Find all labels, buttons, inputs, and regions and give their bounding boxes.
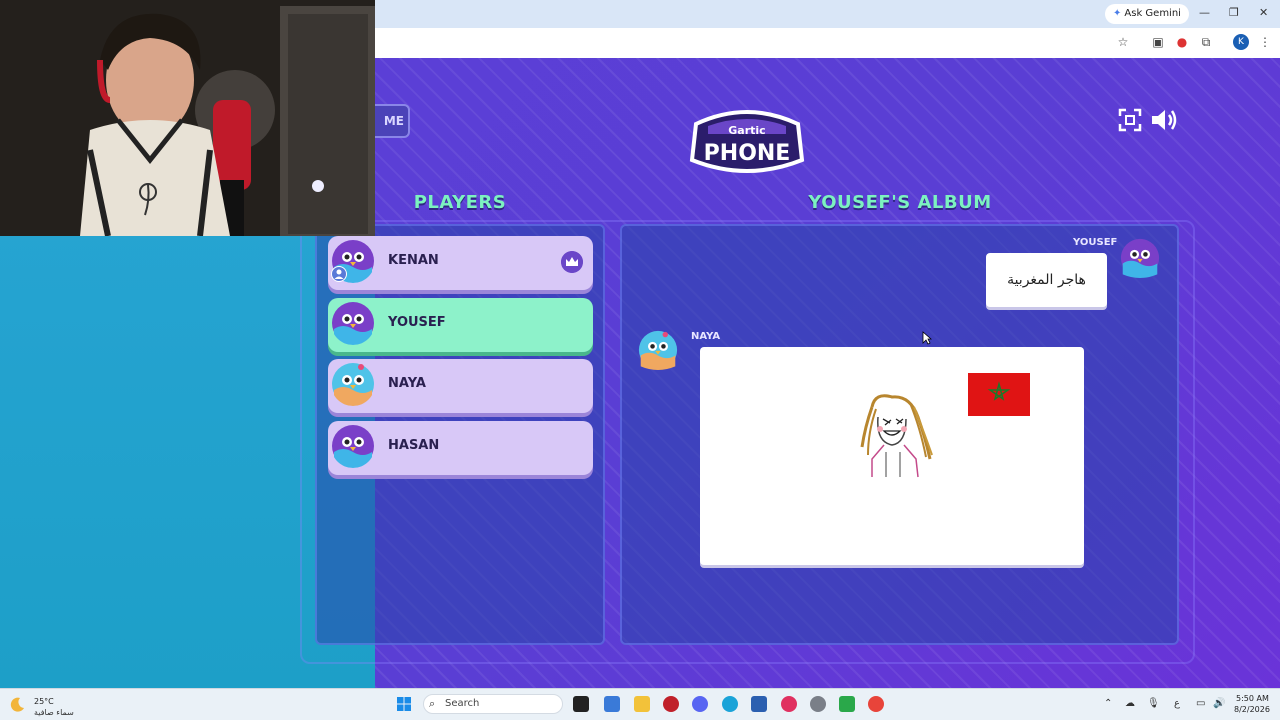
weather-description[interactable]: سماء صافية: [34, 708, 74, 717]
extension-red-icon[interactable]: ●: [1174, 34, 1190, 50]
player-name: KENAN: [388, 253, 439, 268]
player-row-naya[interactable]: NAYA: [328, 359, 593, 413]
restore-button[interactable]: ❐: [1229, 6, 1239, 19]
logo-text-bottom: PHONE: [704, 141, 791, 166]
avatar: [332, 363, 374, 406]
cloud-icon[interactable]: ☁: [1125, 698, 1135, 709]
avatar: [332, 302, 374, 345]
discord-icon[interactable]: [692, 696, 708, 712]
mouse-cursor-icon: [922, 331, 932, 345]
microphone-icon[interactable]: 🎙: [1147, 698, 1160, 709]
album-author-yousef: YOUSEF: [1073, 237, 1118, 248]
volume-icon[interactable]: 🔊: [1213, 698, 1225, 709]
ask-gemini-button[interactable]: ✦ Ask Gemini: [1105, 4, 1189, 24]
player-row-kenan[interactable]: KENAN: [328, 236, 593, 290]
drawing-canvas: [860, 373, 1030, 478]
logo-text-top: Gartic: [728, 124, 765, 137]
album-author-naya: NAYA: [691, 331, 721, 342]
fullscreen-icon[interactable]: [1118, 108, 1142, 132]
ask-gemini-label: Ask Gemini: [1124, 8, 1181, 19]
user-icon: [331, 266, 347, 282]
app-red-icon[interactable]: [663, 696, 679, 712]
clock-date[interactable]: 8/2/2026: [1234, 705, 1270, 714]
players-heading: PLAYERS: [413, 192, 507, 213]
weather-moon-icon[interactable]: [10, 696, 26, 712]
store-icon[interactable]: [751, 696, 767, 712]
chrome-icon[interactable]: [868, 696, 884, 712]
bookmark-star-icon[interactable]: ☆: [1115, 34, 1131, 50]
language-indicator[interactable]: ع: [1174, 698, 1180, 709]
taskbar-search-label: Search: [445, 698, 480, 709]
menu-kebab-icon[interactable]: ⋮: [1257, 34, 1273, 50]
yousef-avatar: [1120, 238, 1160, 278]
search-icon: ⌕: [429, 697, 436, 710]
widgets-icon[interactable]: [604, 696, 620, 712]
album-text-bubble: هاجر المغربية: [986, 253, 1107, 307]
naya-avatar: [638, 330, 678, 370]
player-name: NAYA: [388, 376, 426, 391]
weather-temperature[interactable]: 25°C: [34, 697, 54, 706]
player-row-yousef[interactable]: YOUSEF: [328, 298, 593, 352]
address-bar-row: [375, 28, 1280, 58]
player-name: HASAN: [388, 438, 440, 453]
crown-icon: [561, 251, 583, 273]
display-icon[interactable]: ▭: [1196, 698, 1205, 709]
extension-icon[interactable]: ▣: [1150, 34, 1166, 50]
file-explorer-icon[interactable]: [634, 696, 650, 712]
opera-icon[interactable]: [781, 696, 797, 712]
edge-icon[interactable]: [722, 696, 738, 712]
sound-icon[interactable]: [1150, 108, 1178, 132]
settings-gear-icon[interactable]: [810, 696, 826, 712]
taskbar-search-box[interactable]: [423, 694, 563, 714]
extensions-puzzle-icon[interactable]: ⧉: [1198, 34, 1214, 50]
player-row-hasan[interactable]: HASAN: [328, 421, 593, 475]
player-name: YOUSEF: [388, 315, 446, 330]
webcam-feed: [0, 0, 375, 236]
profile-avatar[interactable]: K: [1233, 34, 1249, 50]
gartic-phone-logo: Gartic PHONE: [689, 110, 805, 173]
minimize-button[interactable]: —: [1199, 6, 1210, 19]
webcam-overlay: [0, 0, 375, 236]
windows-start-icon[interactable]: [396, 696, 412, 712]
clock-time[interactable]: 5:50 AM: [1236, 694, 1269, 703]
gemini-spark-icon: ✦: [1113, 8, 1122, 19]
album-drawing: [700, 347, 1084, 565]
chevron-up-icon[interactable]: ⌃: [1104, 698, 1112, 709]
album-heading: YOUSEF'S ALBUM: [808, 192, 992, 213]
close-button[interactable]: ✕: [1259, 6, 1268, 19]
app-green-icon[interactable]: [839, 696, 855, 712]
task-view-icon[interactable]: [573, 696, 589, 712]
avatar: [332, 425, 374, 468]
